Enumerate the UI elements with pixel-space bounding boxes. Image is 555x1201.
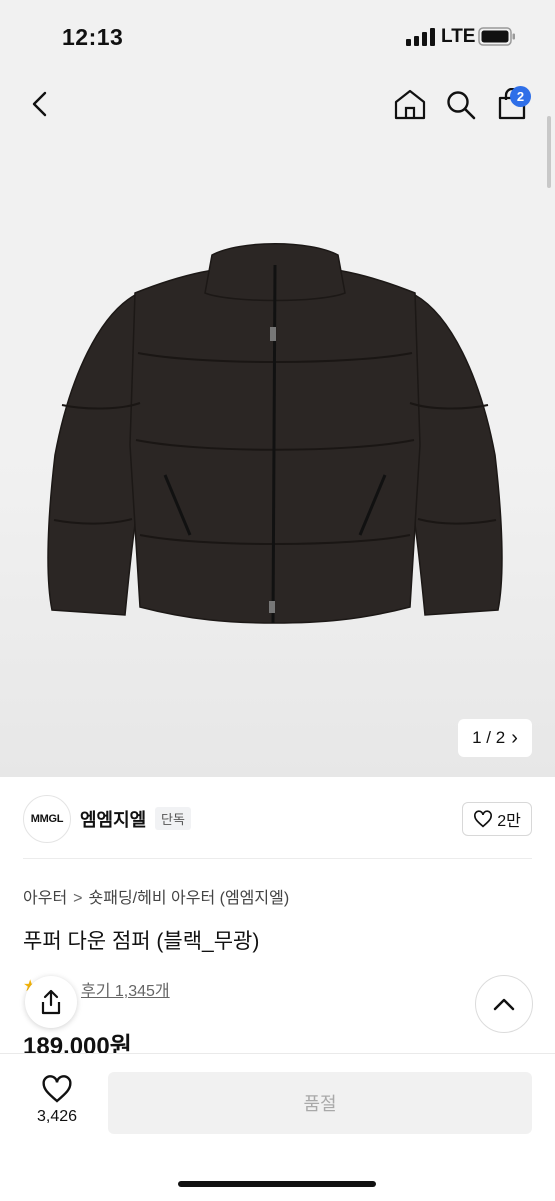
brand-logo[interactable]: MMGL [23, 795, 71, 843]
product-photo-puffer-jacket [47, 243, 503, 624]
brand-like-count: 2만 [497, 813, 521, 830]
scrollbar[interactable] [547, 116, 551, 188]
status-time: 12:13 [62, 24, 124, 50]
exclusive-badge: 단독 [155, 807, 191, 830]
breadcrumb-separator: > [73, 890, 83, 907]
heart-icon[interactable] [41, 1074, 73, 1104]
network-label: LTE [441, 26, 476, 47]
heart-icon [474, 810, 493, 828]
chevron-right-icon: › [511, 726, 518, 749]
cart-count-badge: 2 [510, 86, 531, 107]
pager-text: 1 / 2 [472, 728, 506, 747]
brand-like-button[interactable]: 2만 [462, 802, 532, 836]
battery-icon [478, 27, 515, 46]
brand-name[interactable]: 엠엠지엘 [80, 806, 146, 832]
scroll-top-button[interactable] [475, 975, 533, 1033]
product-title: 푸퍼 다운 점퍼 (블랙_무광) [23, 930, 260, 953]
home-icon[interactable] [393, 88, 427, 120]
share-icon [41, 989, 61, 1015]
chevron-up-icon [493, 998, 515, 1011]
search-icon[interactable] [445, 89, 477, 121]
breadcrumb: 아우터 > 숏패딩/헤비 아우터 (엠엠지엘) [23, 884, 289, 908]
home-indicator [178, 1181, 376, 1187]
breadcrumb-level2[interactable]: 숏패딩/헤비 아우터 (엠엠지엘) [89, 890, 290, 907]
review-link[interactable]: 후기 1,345개 [81, 977, 170, 1001]
gallery-pager[interactable]: 1 / 2 › [458, 719, 532, 757]
wishlist-count: 3,426 [36, 1108, 78, 1125]
divider [23, 858, 532, 859]
share-button[interactable] [25, 976, 77, 1028]
soldout-button[interactable]: 품절 [108, 1072, 532, 1134]
back-icon[interactable] [28, 90, 52, 118]
brand-logo-text: MMGL [30, 813, 64, 825]
signal-icon [406, 28, 435, 46]
breadcrumb-level1[interactable]: 아우터 [23, 890, 67, 907]
